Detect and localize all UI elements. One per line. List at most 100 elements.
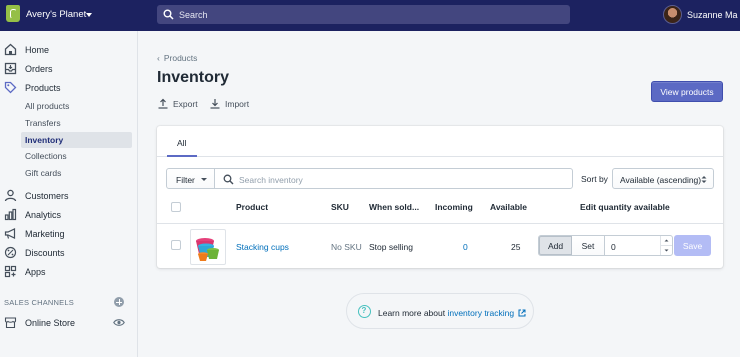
import-label: Import: [225, 99, 250, 109]
tab-bar: All: [157, 126, 723, 157]
product-thumbnail[interactable]: [190, 229, 226, 265]
add-sales-channel-icon[interactable]: [114, 297, 124, 307]
filter-button[interactable]: Filter: [166, 168, 215, 189]
column-header-available[interactable]: Available: [490, 202, 527, 212]
external-link-icon[interactable]: [518, 309, 526, 317]
inventory-tracking-link[interactable]: inventory tracking: [447, 308, 514, 318]
quantity-stepper[interactable]: [660, 236, 672, 255]
sidebar-subitem-gift-cards[interactable]: Gift cards: [21, 165, 132, 181]
column-header-incoming[interactable]: Incoming: [435, 202, 473, 212]
product-link[interactable]: Stacking cups: [236, 242, 289, 252]
inventory-card: All Filter Search inventory Sort by Avai…: [157, 126, 723, 268]
sort-select[interactable]: Available (ascending): [612, 168, 714, 189]
sidebar-item-analytics[interactable]: Analytics: [0, 207, 137, 223]
discounts-icon: [4, 246, 17, 259]
column-header-product[interactable]: Product: [236, 202, 268, 212]
sort-label: Sort by: [581, 174, 608, 184]
sidebar-item-label: Marketing: [25, 229, 65, 239]
sidebar-subitem-label: Inventory: [25, 135, 64, 145]
column-header-edit-quantity: Edit quantity available: [580, 202, 670, 212]
sidebar-item-label: Home: [25, 45, 50, 55]
column-header-when-sold[interactable]: When sold...: [369, 202, 419, 212]
export-icon: [158, 98, 168, 109]
store-name[interactable]: Avery's Planet: [26, 9, 86, 20]
sidebar-item-label: Customers: [25, 191, 69, 201]
tag-icon: [4, 81, 17, 94]
orders-icon: [4, 62, 17, 75]
sidebar-item-label: Analytics: [25, 210, 62, 220]
sidebar-item-orders[interactable]: Orders: [0, 61, 137, 77]
sidebar-subitem-label: Gift cards: [25, 168, 62, 178]
help-text: Learn more about inventory tracking: [378, 308, 526, 318]
save-button[interactable]: Save: [674, 235, 711, 256]
caret-down-icon: [201, 178, 207, 181]
sidebar-subitem-label: All products: [25, 101, 70, 111]
sidebar-item-label: Online Store: [25, 318, 76, 328]
shopify-logo-icon[interactable]: [6, 5, 20, 22]
quantity-input[interactable]: 0: [604, 235, 673, 256]
filter-label: Filter: [176, 175, 195, 185]
sidebar-subitem-all-products[interactable]: All products: [21, 98, 132, 114]
sidebar-item-apps[interactable]: Apps: [0, 264, 137, 280]
sidebar-item-label: Apps: [25, 267, 46, 277]
search-icon: [163, 9, 174, 20]
available-value: 25: [511, 242, 521, 252]
customers-icon: [4, 189, 17, 202]
sidebar-subitem-label: Collections: [25, 151, 67, 161]
apps-icon: [4, 265, 17, 278]
avatar[interactable]: [663, 5, 682, 24]
user-name[interactable]: Suzanne Ma: [687, 10, 738, 20]
sidebar-item-discounts[interactable]: Discounts: [0, 245, 137, 261]
search-placeholder: Search: [179, 10, 208, 20]
caret-down-icon: [664, 249, 669, 251]
stacking-cups-image: [196, 238, 219, 261]
increment-button[interactable]: [661, 236, 672, 246]
quantity-value: 0: [611, 242, 616, 252]
store-icon: [4, 317, 17, 329]
chevron-left-icon: ‹: [157, 53, 160, 63]
row-checkbox[interactable]: [171, 240, 181, 250]
search-icon: [223, 174, 234, 185]
export-label: Export: [173, 99, 198, 109]
sort-value: Available (ascending): [620, 175, 702, 185]
select-all-checkbox[interactable]: [171, 202, 181, 212]
global-search-input[interactable]: Search: [157, 5, 570, 24]
view-products-button[interactable]: View products: [651, 81, 723, 102]
sidebar-item-label: Orders: [25, 64, 53, 74]
sidebar-item-products[interactable]: Products: [0, 80, 137, 96]
sidebar-subitem-inventory[interactable]: Inventory: [21, 132, 132, 148]
marketing-icon: [4, 228, 16, 239]
eye-icon[interactable]: [113, 318, 125, 327]
breadcrumb[interactable]: ‹ Products: [157, 53, 197, 63]
tab-all[interactable]: All: [167, 126, 197, 157]
sidebar: Home Orders Products All products Transf…: [0, 31, 138, 357]
search-inventory-input[interactable]: Search inventory: [214, 168, 573, 189]
tab-label: All: [177, 138, 187, 148]
sales-channels-heading: SALES CHANNELS: [4, 298, 74, 307]
caret-up-icon: [664, 239, 669, 242]
select-arrows-icon: [701, 176, 707, 183]
page-title: Inventory: [157, 69, 230, 86]
chevron-down-icon[interactable]: [86, 13, 92, 17]
import-button[interactable]: Import: [210, 98, 249, 109]
sidebar-item-home[interactable]: Home: [0, 42, 137, 58]
sidebar-item-marketing[interactable]: Marketing: [0, 226, 137, 242]
add-button[interactable]: Add: [538, 235, 573, 256]
sidebar-item-customers[interactable]: Customers: [0, 188, 137, 204]
set-button[interactable]: Set: [572, 235, 605, 256]
sidebar-item-label: Products: [25, 83, 61, 93]
breadcrumb-label: Products: [163, 53, 198, 63]
sidebar-subitem-collections[interactable]: Collections: [21, 148, 132, 164]
divider: [157, 223, 723, 224]
help-icon: ?: [358, 305, 371, 318]
incoming-value[interactable]: 0: [463, 242, 468, 252]
sku-value: No SKU: [331, 242, 362, 252]
decrement-button[interactable]: [661, 246, 672, 256]
top-bar: Avery's Planet Search Suzanne Ma: [0, 0, 740, 31]
search-placeholder: Search inventory: [239, 175, 303, 185]
column-header-sku[interactable]: SKU: [331, 202, 349, 212]
when-sold-value[interactable]: Stop selling: [369, 242, 413, 252]
export-button[interactable]: Export: [158, 98, 198, 109]
home-icon: [4, 43, 17, 56]
sidebar-subitem-transfers[interactable]: Transfers: [21, 115, 132, 131]
